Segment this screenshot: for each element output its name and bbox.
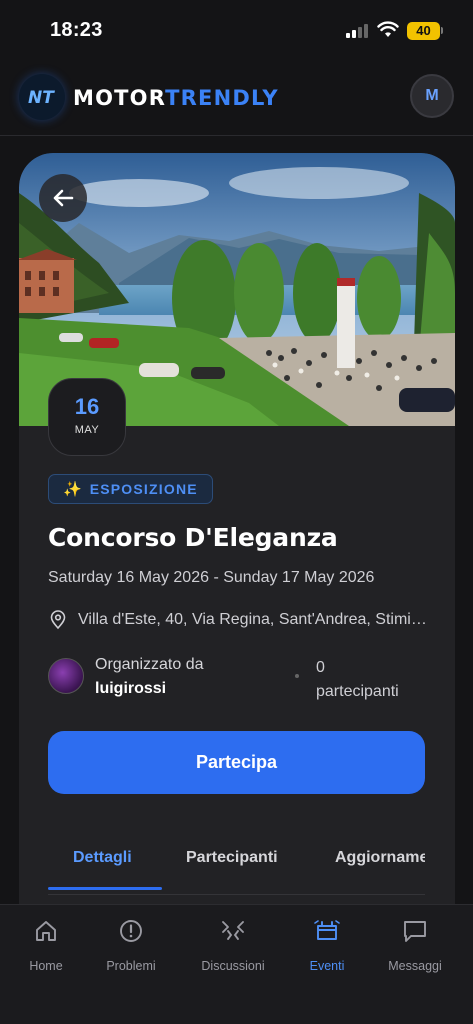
battery-indicator: 40 (407, 22, 440, 40)
tab-details[interactable]: Dettagli (73, 849, 132, 867)
battery-tip (441, 27, 443, 34)
nav-messages[interactable]: Messaggi (370, 917, 460, 973)
svg-text:NT: NT (28, 88, 55, 108)
event-card: 16 MAY ✨ ESPOSIZIONE Concorso D'Eleganza… (19, 153, 455, 1024)
organizer-label: Organizzato da (95, 656, 204, 673)
category-label: ESPOSIZIONE (89, 481, 198, 497)
events-icon (314, 920, 340, 940)
message-icon (404, 921, 426, 942)
cellular-signal-icon (346, 24, 368, 38)
event-date-day: 16 (74, 394, 100, 419)
bottom-navigation: Home Problemi Discussioni Eventi Messagg… (0, 904, 473, 1024)
organizer-avatar[interactable] (48, 658, 84, 694)
nav-events[interactable]: Eventi (282, 917, 372, 973)
event-date-badge: 16 MAY (48, 378, 126, 456)
status-bar: 18:23 40 (0, 0, 473, 62)
app-logo-text: MOTORTRENDLY (73, 86, 279, 110)
participants-count: 0 partecipanti (316, 656, 399, 704)
logo-text-motor: MOTOR (73, 86, 166, 110)
logo-icon[interactable]: NT (19, 74, 65, 120)
nav-messages-label: Messaggi (388, 959, 442, 973)
profile-avatar-button[interactable]: M (410, 74, 454, 118)
nav-home-label: Home (29, 959, 63, 973)
home-icon (36, 921, 56, 941)
active-tab-indicator (48, 887, 162, 890)
arrow-left-icon (53, 189, 74, 207)
participants-label: partecipanti (316, 683, 399, 700)
nav-problems[interactable]: Problemi (86, 917, 176, 973)
location-pin-icon (50, 610, 66, 630)
participants-number: 0 (316, 659, 325, 676)
app-header: NT MOTORTRENDLY M (0, 62, 473, 136)
tab-updates[interactable]: Aggiornamenti (335, 849, 425, 867)
back-button[interactable] (39, 174, 87, 222)
event-tabs: Dettagli Partecipanti Aggiornamenti (48, 835, 425, 895)
discussions-icon (222, 921, 244, 940)
event-title: Concorso D'Eleganza (48, 523, 338, 552)
event-location-text: Villa d'Este, 40, Via Regina, Sant'Andre… (78, 611, 428, 628)
nav-problems-label: Problemi (106, 959, 156, 973)
join-event-button[interactable]: Partecipa (48, 731, 425, 794)
event-location[interactable]: Villa d'Este, 40, Via Regina, Sant'Andre… (48, 610, 428, 630)
tab-participants[interactable]: Partecipanti (186, 849, 278, 867)
category-badge: ✨ ESPOSIZIONE (48, 474, 213, 504)
sparkles-icon: ✨ (63, 481, 82, 498)
event-dates: Saturday 16 May 2026 - Sunday 17 May 202… (48, 569, 375, 586)
nav-discussions[interactable]: Discussioni (188, 917, 278, 973)
status-time: 18:23 (50, 19, 103, 41)
alert-icon (120, 920, 142, 942)
wifi-icon (377, 21, 399, 37)
event-date-month: MAY (74, 424, 100, 436)
nav-home[interactable]: Home (1, 917, 91, 973)
organizer-name[interactable]: luigirossi (95, 680, 166, 698)
nav-events-label: Eventi (309, 959, 345, 973)
nav-discussions-label: Discussioni (201, 959, 265, 973)
logo-text-trendly: TRENDLY (165, 86, 279, 110)
separator-dot (295, 674, 299, 678)
